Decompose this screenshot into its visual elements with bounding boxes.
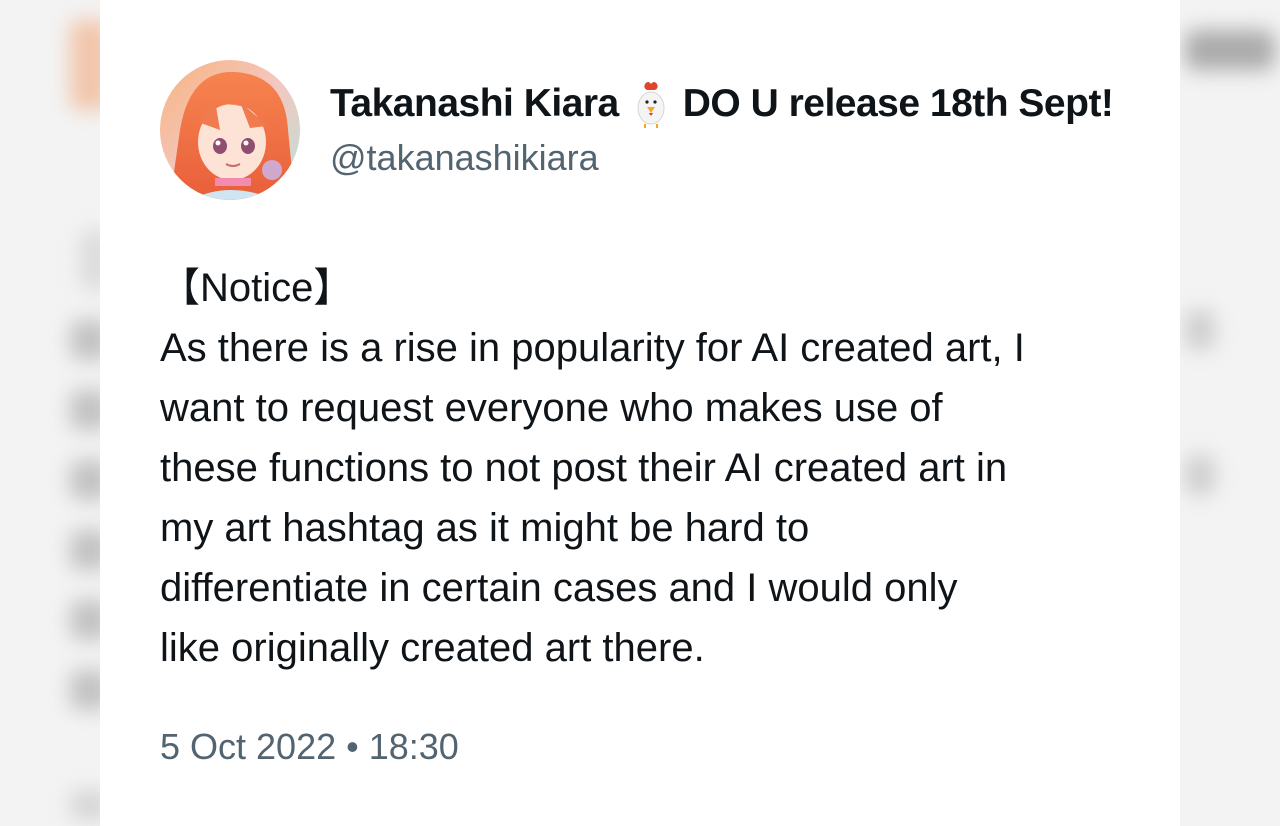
tweet-text-line: want to request everyone who makes use o… [160,386,943,430]
screenshot-stage: Takanashi Kiara DO U release 18th Sept! … [0,0,1280,826]
rooster-icon [631,80,671,128]
display-name-suffix: DO U release 18th Sept! [682,82,1114,125]
blurred-background-right [1180,0,1280,826]
tweet-text: 【Notice】 As there is a rise in popularit… [160,258,1150,678]
tweet-text-line: differentiate in certain cases and I wou… [160,566,958,610]
user-handle[interactable]: @takanashikiara [330,137,599,179]
tweet-text-line: these functions to not post their AI cre… [160,446,1008,490]
avatar[interactable] [160,60,300,200]
tweet-text-line: 【Notice】 [160,266,354,310]
profile-avatar-image [160,60,300,200]
tweet-timestamp[interactable]: 5 Oct 2022 • 18:30 [160,726,459,768]
tweet-text-line: like originally created art there. [160,626,705,670]
tweet-card: Takanashi Kiara DO U release 18th Sept! … [100,0,1180,826]
tweet-text-line: my art hashtag as it might be hard to [160,506,810,550]
display-name-text: Takanashi Kiara [330,82,619,125]
tweet-text-line: As there is a rise in popularity for AI … [160,326,1025,370]
display-name[interactable]: Takanashi Kiara DO U release 18th Sept! [330,80,1114,128]
blurred-background-left [0,0,110,826]
